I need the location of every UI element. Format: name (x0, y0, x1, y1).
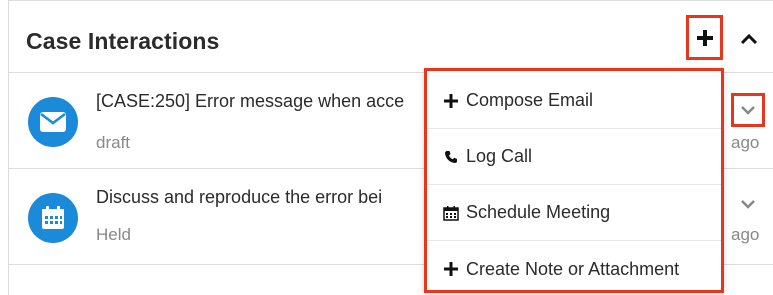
envelope-icon (40, 112, 66, 132)
panel-header: Case Interactions (9, 1, 773, 73)
calendar-icon (42, 206, 64, 229)
email-avatar (28, 97, 78, 147)
phone-icon (442, 148, 460, 166)
panel-title: Case Interactions (26, 28, 220, 54)
menu-item-compose-email[interactable]: Compose Email (427, 73, 721, 129)
plus-icon (442, 260, 460, 278)
menu-item-schedule-meeting[interactable]: Schedule Meeting (427, 185, 721, 241)
menu-item-label: Log Call (466, 146, 533, 166)
menu-item-create-note[interactable]: Create Note or Attachment (427, 241, 721, 295)
row-actions-dropdown-button[interactable] (731, 187, 765, 221)
chevron-up-icon (740, 33, 758, 45)
menu-item-log-call[interactable]: Log Call (427, 129, 721, 185)
plus-icon (696, 29, 713, 46)
plus-icon (442, 92, 460, 110)
interaction-title-link[interactable]: Discuss and reproduce the error bei (96, 187, 426, 208)
menu-item-label: Schedule Meeting (466, 202, 611, 222)
interaction-age: ago (731, 225, 760, 244)
chevron-down-icon (741, 200, 755, 209)
meeting-avatar (28, 193, 78, 243)
collapse-panel-button[interactable] (737, 27, 761, 51)
add-interaction-button[interactable] (686, 15, 723, 60)
menu-item-label: Create Note or Attachment (466, 258, 680, 279)
row-actions-dropdown-button[interactable] (731, 93, 765, 127)
interaction-status: Held (96, 225, 131, 244)
menu-item-label: Compose Email (466, 90, 594, 110)
interaction-age: ago (731, 133, 760, 152)
interaction-title-link[interactable]: [CASE:250] Error message when acce (96, 91, 426, 112)
interaction-status: draft (96, 133, 131, 152)
create-interaction-menu: Compose Email Log Call Schedule Meeting (424, 68, 724, 293)
calendar-icon (442, 204, 460, 222)
chevron-down-icon (741, 106, 755, 115)
